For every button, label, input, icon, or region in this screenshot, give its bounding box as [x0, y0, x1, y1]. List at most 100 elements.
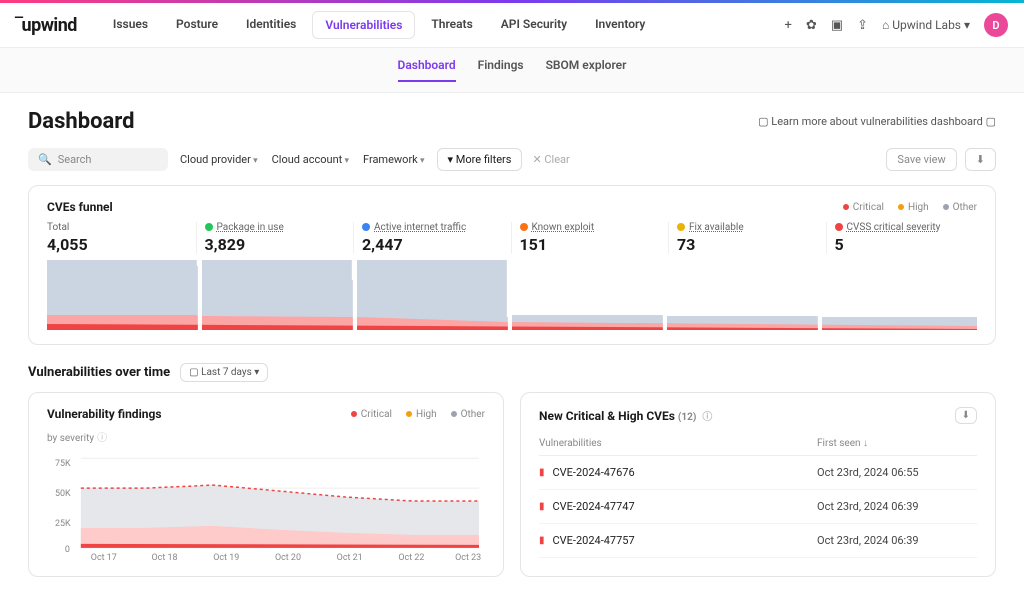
nav-posture[interactable]: Posture: [164, 11, 230, 39]
dot-other-icon: [943, 204, 949, 210]
funnel-title: CVEs funnel: [47, 200, 113, 214]
gear-icon[interactable]: ✿: [806, 18, 817, 33]
first-seen: Oct 23rd, 2024 06:39: [817, 534, 977, 547]
org-name: Upwind Labs: [892, 18, 961, 32]
nav-threats[interactable]: Threats: [419, 11, 484, 39]
svg-text:Oct 18: Oct 18: [152, 553, 178, 562]
table-row[interactable]: ▮ CVE-2024-47676Oct 23rd, 2024 06:55: [539, 456, 977, 490]
legend-other: Other: [953, 202, 977, 213]
plus-icon[interactable]: +: [785, 18, 792, 33]
filter-bar: 🔍 Search Cloud provider Cloud account Fr…: [28, 148, 996, 171]
cve-table-header: Vulnerabilities First seen ↓: [539, 432, 977, 456]
table-row[interactable]: ▮ CVE-2024-47757Oct 23rd, 2024 06:39: [539, 524, 977, 558]
svg-text:Oct 20: Oct 20: [275, 553, 301, 562]
cve-id: CVE-2024-47676: [553, 466, 817, 479]
funnel-value: 2,447: [362, 235, 505, 254]
org-switcher[interactable]: ⌂ Upwind Labs ▾: [882, 18, 970, 32]
run-icon[interactable]: ⇪: [857, 18, 868, 33]
funnel-label[interactable]: CVSS critical severity: [835, 222, 978, 233]
severity-bar-icon: ▮: [539, 501, 545, 512]
first-seen: Oct 23rd, 2024 06:55: [817, 466, 977, 479]
funnel-col-3[interactable]: Known exploit 151: [511, 222, 663, 254]
dot-other-icon: [451, 411, 457, 417]
funnel-label[interactable]: Fix available: [677, 222, 820, 233]
funnel-value: 3,829: [205, 235, 348, 254]
brand-logo: upwind: [16, 15, 77, 36]
range-label: Last 7 days: [201, 367, 252, 378]
nav-inventory[interactable]: Inventory: [583, 11, 657, 39]
nav-items: Issues Posture Identities Vulnerabilitie…: [101, 11, 657, 39]
cves-funnel-card: CVEs funnel Critical High Other Total4,0…: [28, 185, 996, 345]
page-title: Dashboard: [28, 109, 135, 134]
more-filters-button[interactable]: ▾ More filters: [437, 148, 523, 171]
nav-issues[interactable]: Issues: [101, 11, 160, 39]
funnel-label[interactable]: Active internet traffic: [362, 222, 505, 233]
download-button[interactable]: ⬇: [965, 148, 996, 171]
nav-identities[interactable]: Identities: [234, 11, 308, 39]
severity-bar-icon: ▮: [539, 467, 545, 478]
severity-bar-icon: ▮: [539, 535, 545, 546]
nav-vulnerabilities[interactable]: Vulnerabilities: [312, 11, 415, 39]
status-dot-icon: [205, 223, 213, 231]
cve-count: (12): [678, 412, 696, 423]
sort-desc-icon: ↓: [863, 438, 868, 449]
findings-subtitle: by severity: [47, 433, 94, 444]
status-dot-icon: [835, 223, 843, 231]
funnel-col-0[interactable]: Total4,055: [47, 222, 190, 254]
funnel-value: 151: [520, 235, 663, 254]
legend-critical: Critical: [361, 409, 392, 420]
dot-high-icon: [898, 204, 904, 210]
svg-text:Oct 21: Oct 21: [337, 553, 363, 562]
findings-title: Vulnerability findings: [47, 407, 162, 421]
top-nav: upwind Issues Posture Identities Vulnera…: [0, 3, 1024, 48]
book-icon[interactable]: ▣: [831, 18, 843, 33]
tab-dashboard[interactable]: Dashboard: [398, 58, 456, 82]
legend-other: Other: [461, 409, 485, 420]
learn-more-link[interactable]: ▢ Learn more about vulnerabilities dashb…: [758, 115, 996, 128]
tab-sbom-explorer[interactable]: SBOM explorer: [546, 58, 627, 82]
nav-api-security[interactable]: API Security: [489, 11, 579, 39]
funnel-label[interactable]: Known exploit: [520, 222, 663, 233]
status-dot-icon: [520, 223, 528, 231]
funnel-col-1[interactable]: Package in use 3,829: [196, 222, 348, 254]
more-filters-label: More filters: [456, 153, 512, 166]
table-row[interactable]: ▮CVE-2024-47747Oct 23rd, 2024 06:39: [539, 490, 977, 524]
info-icon[interactable]: ⓘ: [97, 433, 107, 444]
findings-chart: 75K 50K 25K 0: [47, 452, 485, 562]
svg-text:Oct 17: Oct 17: [91, 553, 117, 562]
export-button[interactable]: ⬇: [955, 407, 977, 424]
learn-more-text: Learn more about vulnerabilities dashboa…: [771, 115, 983, 128]
funnel-col-2[interactable]: Active internet traffic 2,447: [353, 222, 505, 254]
save-view-button[interactable]: Save view: [886, 148, 956, 171]
findings-legend: Critical High Other: [351, 409, 485, 420]
legend-high: High: [908, 202, 929, 213]
col-first-seen[interactable]: First seen ↓: [817, 438, 977, 449]
search-input[interactable]: 🔍 Search: [28, 148, 168, 171]
sub-nav: Dashboard Findings SBOM explorer: [0, 48, 1024, 93]
funnel-chart: [47, 260, 977, 330]
dot-critical-icon: [351, 411, 357, 417]
status-dot-icon: [677, 223, 685, 231]
avatar[interactable]: D: [984, 13, 1008, 37]
dot-high-icon: [406, 411, 412, 417]
funnel-col-4[interactable]: Fix available 73: [668, 222, 820, 254]
date-range-button[interactable]: ▢ Last 7 days ▾: [180, 363, 268, 382]
svg-text:75K: 75K: [55, 459, 71, 469]
filter-cloud-provider[interactable]: Cloud provider: [178, 149, 260, 170]
funnel-label[interactable]: Package in use: [205, 222, 348, 233]
svg-text:Oct 19: Oct 19: [213, 553, 239, 562]
vuln-findings-card: Vulnerability findings Critical High Oth…: [28, 392, 504, 577]
filter-cloud-account[interactable]: Cloud account: [270, 149, 351, 170]
info-icon[interactable]: ⓘ: [702, 412, 712, 423]
funnel-label[interactable]: Total: [47, 222, 190, 233]
search-icon: 🔍: [38, 153, 52, 166]
clear-filters[interactable]: ✕ Clear: [532, 153, 569, 166]
svg-text:25K: 25K: [55, 519, 71, 529]
filter-framework[interactable]: Framework: [361, 149, 427, 170]
tab-findings[interactable]: Findings: [478, 58, 524, 82]
legend-critical: Critical: [853, 202, 884, 213]
cve-id: CVE-2024-47757: [553, 534, 817, 547]
funnel-col-5[interactable]: CVSS critical severity5: [826, 222, 978, 254]
funnel-value: 73: [677, 235, 820, 254]
col-vulnerabilities[interactable]: Vulnerabilities: [539, 438, 817, 449]
